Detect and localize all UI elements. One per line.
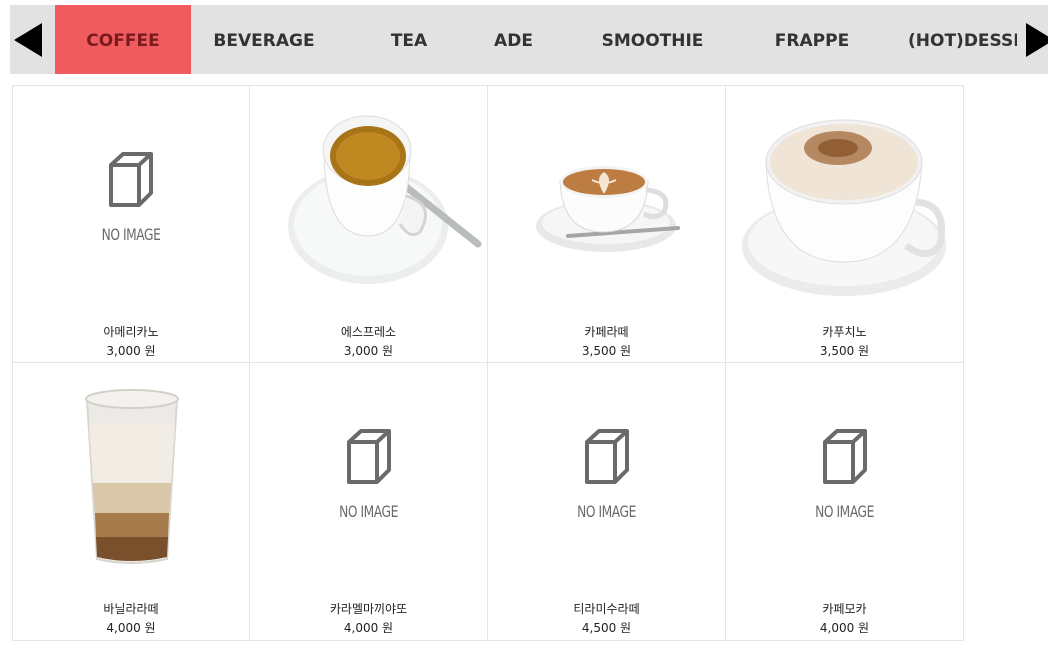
tab-tea[interactable]: TEA (385, 5, 433, 74)
no-image-placeholder: NO IMAGE (488, 428, 725, 521)
product-name: 카페라떼 (584, 325, 629, 339)
product-card-vanilla-latte[interactable]: 바닐라라떼 4,000 원 (12, 363, 250, 641)
no-image-label: NO IMAGE (339, 502, 398, 521)
tab-hot-dessert[interactable]: (HOT)DESSI (908, 5, 1017, 74)
product-price: 4,000 원 (343, 621, 394, 635)
no-image-placeholder: NO IMAGE (13, 151, 249, 244)
product-name: 티라미수라떼 (573, 602, 640, 616)
triangle-left-icon[interactable] (14, 23, 42, 57)
espresso-image (288, 115, 482, 284)
product-card-americano[interactable]: NO IMAGE 아메리카노 3,000 원 (12, 85, 250, 363)
product-name: 아메리카노 (103, 325, 159, 339)
product-name: 카페모카 (822, 602, 867, 616)
category-tab-bar: COFFEE BEVERAGE TEA ADE SMOOTHIE FRAPPE … (10, 5, 1048, 74)
product-card-espresso[interactable]: 에스프레소 3,000 원 (250, 85, 488, 363)
tab-ade[interactable]: ADE (486, 5, 541, 74)
product-card-cafe-latte[interactable]: 카페라떼 3,500 원 (488, 85, 726, 363)
tab-coffee[interactable]: COFFEE (55, 5, 191, 74)
no-image-label: NO IMAGE (815, 502, 874, 521)
tab-beverage[interactable]: BEVERAGE (191, 5, 337, 74)
product-name: 카푸치노 (822, 325, 867, 339)
product-price: 3,000 원 (106, 344, 156, 358)
product-price: 4,000 원 (819, 621, 870, 635)
tab-frappe[interactable]: FRAPPE (767, 5, 857, 74)
category-tabs: COFFEE BEVERAGE TEA ADE SMOOTHIE FRAPPE … (55, 5, 1017, 74)
no-image-label: NO IMAGE (101, 225, 161, 244)
box-icon (822, 429, 867, 484)
no-image-placeholder: NO IMAGE (250, 428, 487, 521)
product-price: 3,500 원 (581, 344, 632, 358)
product-card-cafe-mocha[interactable]: NO IMAGE 카페모카 4,000 원 (726, 363, 964, 641)
product-price: 4,500 원 (581, 621, 632, 635)
product-price: 3,500 원 (819, 344, 870, 358)
product-name: 카라멜마끼야또 (329, 602, 408, 616)
product-price: 4,000 원 (106, 621, 156, 635)
product-price: 3,000 원 (343, 344, 394, 358)
cafe-latte-image (536, 166, 680, 252)
box-icon (346, 429, 391, 484)
product-card-tiramisu-latte[interactable]: NO IMAGE 티라미수라떼 4,500 원 (488, 363, 726, 641)
box-icon (584, 429, 629, 484)
product-name: 에스프레소 (340, 325, 397, 339)
box-icon (109, 152, 153, 207)
no-image-placeholder: NO IMAGE (726, 428, 963, 521)
no-image-label: NO IMAGE (577, 502, 636, 521)
cappuccino-image (742, 119, 946, 296)
product-grid: NO IMAGE 아메리카노 3,000 원 에스프레소 3,000 원 카페라… (12, 85, 964, 645)
vanilla-latte-image (85, 389, 179, 564)
triangle-right-icon[interactable] (1026, 23, 1048, 57)
product-card-caramel-macchiato[interactable]: NO IMAGE 카라멜마끼야또 4,000 원 (250, 363, 488, 641)
product-name: 바닐라라떼 (103, 602, 159, 616)
product-card-cappuccino[interactable]: 카푸치노 3,500 원 (726, 85, 964, 363)
tab-smoothie[interactable]: SMOOTHIE (595, 5, 710, 74)
